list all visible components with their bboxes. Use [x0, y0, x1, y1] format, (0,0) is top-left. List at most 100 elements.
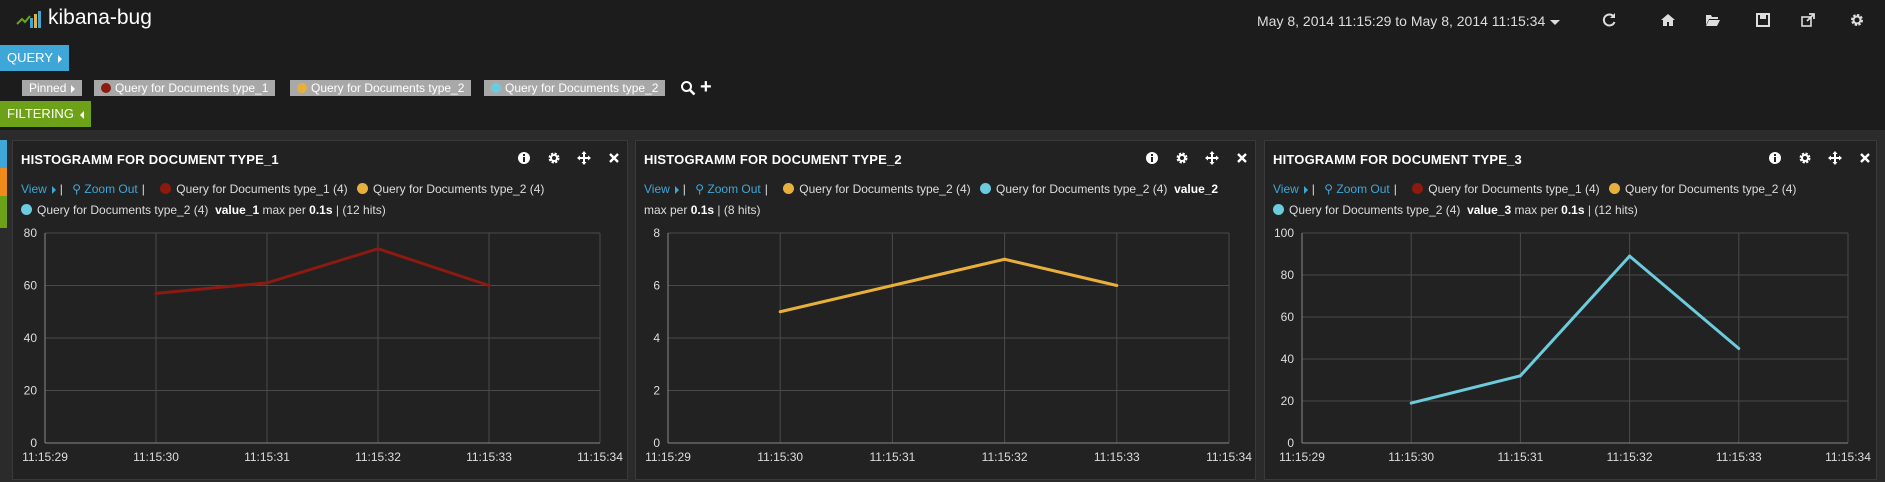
- caret-right-icon: [1303, 185, 1308, 194]
- query-pill[interactable]: Query for Documents type_2: [290, 80, 472, 96]
- gear-icon[interactable]: [1849, 12, 1865, 28]
- info-icon[interactable]: [1145, 151, 1159, 165]
- legend-item[interactable]: Query for Documents type_2 (4): [1273, 203, 1460, 217]
- gear-icon[interactable]: [547, 151, 561, 165]
- filtering-toggle[interactable]: FILTERING: [0, 101, 91, 127]
- home-icon[interactable]: [1660, 12, 1676, 28]
- y-tick-label: 80: [1281, 268, 1295, 282]
- x-tick-label: 11:15:31: [244, 450, 290, 464]
- legend-item[interactable]: Query for Documents type_2 (4): [351, 182, 544, 196]
- query-color-dot: [101, 83, 111, 93]
- view-menu[interactable]: View: [21, 182, 56, 196]
- view-menu[interactable]: View: [644, 182, 679, 196]
- view-label: View: [644, 182, 670, 196]
- legend-item[interactable]: Query for Documents type_2 (4): [1603, 182, 1796, 196]
- y-tick-label: 80: [24, 227, 38, 240]
- zoom-out-button[interactable]: ⚲ Zoom Out: [72, 182, 138, 196]
- info-icon[interactable]: [517, 151, 531, 165]
- separator: |: [1393, 182, 1397, 196]
- x-tick-label: 11:15:30: [133, 450, 179, 464]
- x-tick-label: 11:15:30: [757, 450, 803, 464]
- query-pill-label: Query for Documents type_2: [505, 81, 659, 95]
- zoom-out-button[interactable]: ⚲ Zoom Out: [1324, 182, 1390, 196]
- hits-count: (12 hits): [342, 203, 386, 217]
- query-pill[interactable]: Query for Documents type_2: [484, 80, 666, 96]
- legend-item[interactable]: Query for Documents type_2 (4): [21, 203, 208, 217]
- legend-item[interactable]: Query for Documents type_1 (4): [1406, 182, 1600, 196]
- pinned-toggle[interactable]: Pinned: [22, 80, 83, 96]
- y-tick-label: 0: [1287, 436, 1294, 450]
- view-label: View: [21, 182, 47, 196]
- search-icon[interactable]: [680, 80, 696, 96]
- move-icon[interactable]: [1828, 151, 1842, 165]
- caret-right-icon: [71, 84, 76, 93]
- add-query-icon[interactable]: +: [700, 77, 716, 97]
- legend-dot: [160, 183, 172, 194]
- data-point: [1737, 347, 1741, 350]
- y-tick-label: 4: [653, 331, 660, 345]
- legend-label: Query for Documents type_2 (4): [1624, 182, 1797, 196]
- pinned-label: Pinned: [29, 81, 67, 95]
- y-tick-label: 0: [30, 436, 37, 450]
- gear-icon[interactable]: [1175, 151, 1189, 165]
- x-tick-label: 11:15:33: [1716, 450, 1762, 464]
- gear-icon[interactable]: [1798, 151, 1812, 165]
- separator: |: [335, 203, 339, 217]
- folder-open-icon[interactable]: [1705, 12, 1721, 28]
- zoom-out-label: Zoom Out: [84, 182, 138, 196]
- timepicker-dropdown[interactable]: May 8, 2014 11:15:29 to May 8, 2014 11:1…: [1257, 13, 1561, 29]
- close-icon[interactable]: [607, 151, 621, 165]
- stat-label: max per: [262, 203, 306, 217]
- query-pill[interactable]: Query for Documents type_1: [94, 80, 276, 96]
- legend-dot: [1412, 183, 1424, 194]
- data-point: [1003, 257, 1007, 261]
- row-color-tab[interactable]: [0, 168, 7, 196]
- histogram-chart: 0 20 40 60 80 11:15:29 11:15:30 11:15:31 11:15:3…: [22, 227, 623, 464]
- x-tick-label: 11:15:34: [1825, 450, 1871, 464]
- legend-item[interactable]: Query for Documents type_2 (4): [777, 182, 971, 196]
- x-tick-label: 11:15:31: [869, 450, 915, 464]
- legend-item[interactable]: Query for Documents type_2 (4): [974, 182, 1167, 196]
- caret-right-icon: [51, 185, 56, 194]
- y-tick-label: 40: [1281, 352, 1295, 366]
- move-icon[interactable]: [577, 151, 591, 165]
- legend-dot: [979, 183, 991, 194]
- view-menu[interactable]: View: [1273, 182, 1308, 196]
- save-icon[interactable]: [1755, 12, 1771, 28]
- legend-label: Query for Documents type_1 (4): [1428, 182, 1600, 196]
- legend-label: Query for Documents type_2 (4): [372, 182, 545, 196]
- x-tick-label: 11:15:32: [1607, 450, 1653, 464]
- zoom-out-button[interactable]: ⚲ Zoom Out: [695, 182, 761, 196]
- y-tick-label: 0: [653, 436, 660, 450]
- close-icon[interactable]: [1235, 151, 1249, 165]
- histogram-panel: HISTOGRAMM FOR DOCUMENT TYPE_2 View | ⚲ Z…: [635, 140, 1256, 480]
- info-icon[interactable]: [1768, 151, 1782, 165]
- separator: |: [1311, 182, 1315, 196]
- legend-item[interactable]: Query for Documents type_1 (4): [154, 182, 348, 196]
- close-icon[interactable]: [1858, 151, 1872, 165]
- row-color-tab[interactable]: [0, 140, 7, 168]
- x-tick-label: 11:15:31: [1497, 450, 1543, 464]
- caret-right-icon: [674, 185, 679, 194]
- legend-dot: [21, 204, 32, 215]
- refresh-icon[interactable]: [1601, 12, 1617, 28]
- panel-legend: View | ⚲ Zoom Out | Query for Documents ty…: [21, 179, 544, 221]
- query-toggle[interactable]: QUERY: [0, 45, 69, 71]
- timerange-text: May 8, 2014 11:15:29 to May 8, 2014 11:1…: [1257, 13, 1546, 29]
- stat-label: max per: [644, 203, 688, 217]
- move-icon[interactable]: [1205, 151, 1219, 165]
- row-color-tab[interactable]: [0, 196, 7, 228]
- filtering-label: FILTERING: [7, 106, 74, 121]
- histogram-chart: 0 2 4 6 8 11:15:29 11:15:30 11:15:31 11:15:32 11:…: [645, 227, 1252, 464]
- caret-left-icon: [79, 110, 84, 119]
- data-point: [890, 284, 894, 287]
- zoom-icon: ⚲: [1324, 182, 1334, 196]
- query-label: QUERY: [7, 50, 53, 65]
- zoom-out-label: Zoom Out: [707, 182, 761, 196]
- zoom-icon: ⚲: [72, 182, 82, 196]
- x-tick-label: 11:15:29: [645, 450, 691, 464]
- kibana-logo-icon: [16, 11, 41, 28]
- y-tick-label: 8: [653, 227, 660, 240]
- data-point: [778, 310, 782, 314]
- share-icon[interactable]: [1800, 12, 1816, 28]
